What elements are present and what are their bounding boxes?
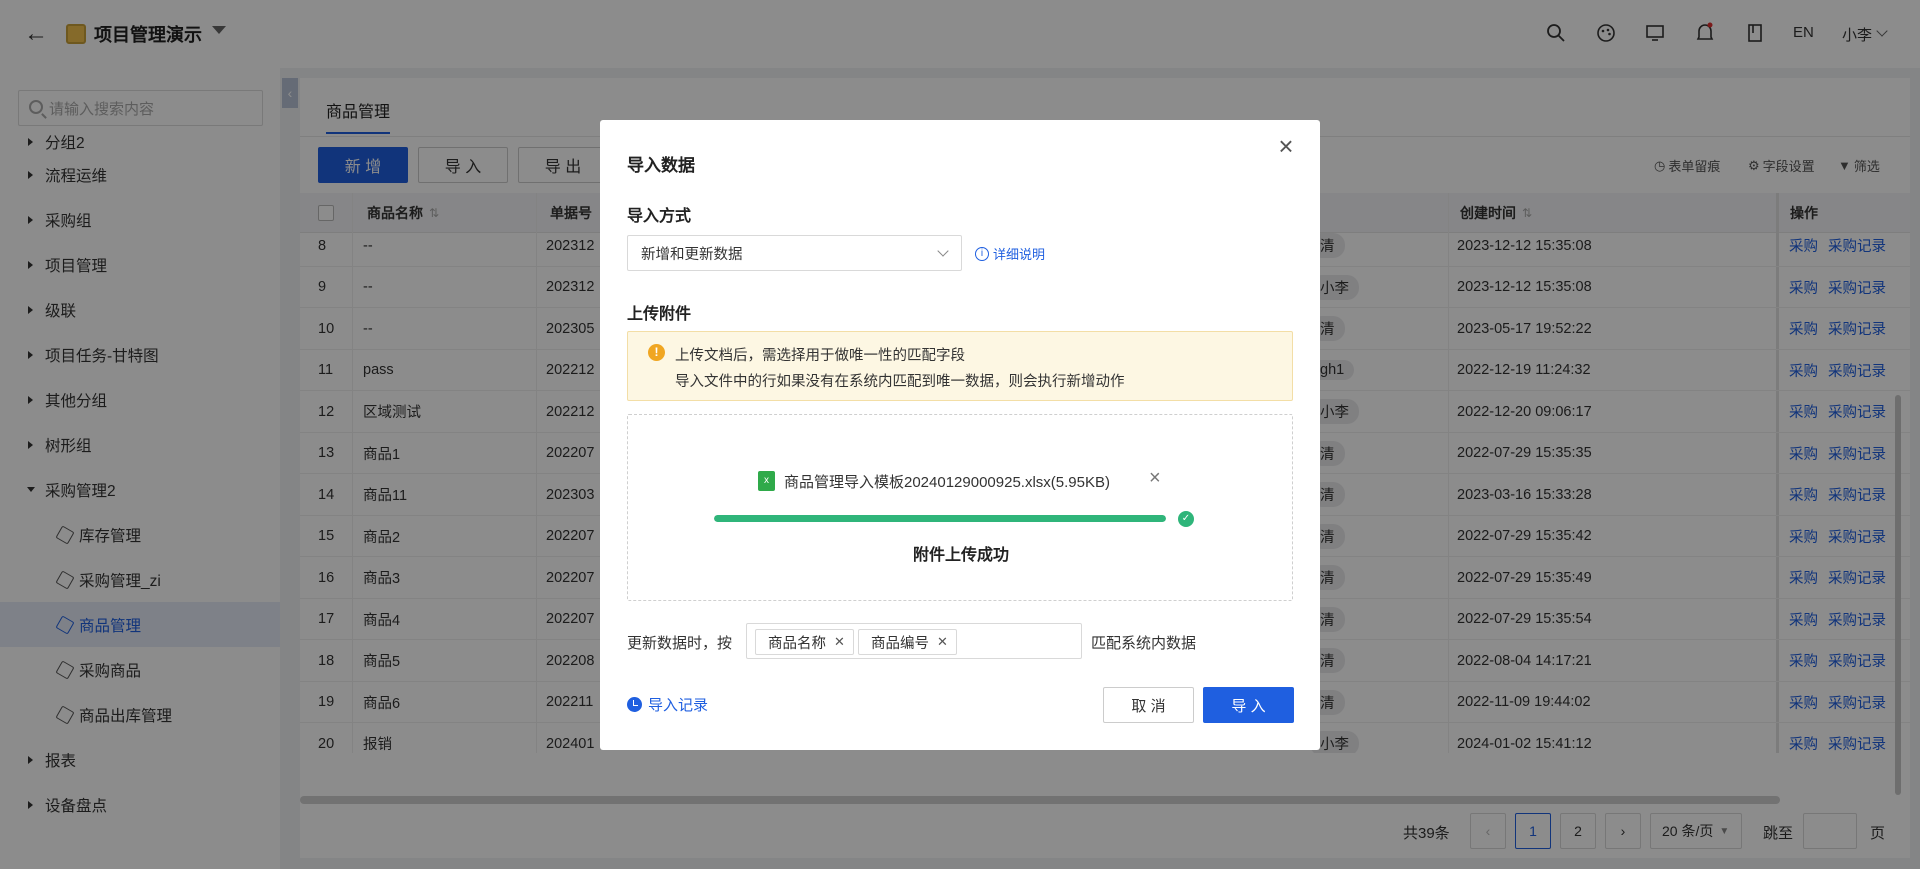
import-record-link[interactable]: 导入记录 [627, 694, 708, 715]
import-record-label: 导入记录 [648, 697, 709, 714]
chevron-down-icon [937, 245, 949, 257]
uploaded-file-name: 商品管理导入模板20240129000925.xlsx(5.95KB) [784, 474, 1110, 491]
help-label: 详细说明 [993, 247, 1046, 262]
tag-label: 商品名称 [768, 635, 826, 652]
tag-label: 商品编号 [871, 635, 929, 652]
progress-fill [714, 515, 1166, 522]
match-field-label: 更新数据时，按 [627, 635, 733, 652]
upload-progress-bar [714, 515, 1166, 522]
detail-help-link[interactable]: i 详细说明 [975, 244, 1045, 263]
warning-line-1: 上传文档后，需选择用于做唯一性的匹配字段 [675, 348, 965, 364]
upload-dropzone[interactable]: x 商品管理导入模板20240129000925.xlsx(5.95KB) × … [627, 414, 1293, 601]
import-button[interactable]: 导 入 [1203, 687, 1294, 723]
match-tag-product-name: 商品名称 ✕ [755, 629, 854, 655]
warning-line-2: 导入文件中的行如果没有在系统内匹配到唯一数据，则会执行新增动作 [675, 374, 1125, 390]
remove-tag-icon[interactable]: ✕ [937, 634, 948, 650]
import-mode-select[interactable]: 新增和更新数据 [627, 235, 962, 271]
dialog-title: 导入数据 [627, 156, 695, 175]
import-mode-label: 导入方式 [627, 208, 692, 225]
import-mode-value: 新增和更新数据 [641, 246, 743, 263]
remove-file-icon[interactable]: × [1149, 467, 1161, 490]
match-fields-select[interactable]: 商品名称 ✕ 商品编号 ✕ [746, 623, 1082, 659]
upload-label: 上传附件 [627, 306, 692, 323]
warning-icon: ! [648, 344, 665, 361]
upload-success-text: 附件上传成功 [912, 547, 1009, 564]
match-tag-product-code: 商品编号 ✕ [858, 629, 957, 655]
match-field-suffix: 匹配系统内数据 [1091, 635, 1197, 652]
excel-file-icon: x [758, 471, 775, 491]
remove-tag-icon[interactable]: ✕ [834, 634, 845, 650]
check-icon: ✓ [1178, 511, 1194, 527]
info-icon: i [975, 246, 989, 261]
cancel-button[interactable]: 取 消 [1103, 687, 1194, 723]
import-data-dialog: 导入数据 × 导入方式 新增和更新数据 i 详细说明 上传附件 ! 上传文档后，需… [600, 120, 1320, 750]
warning-notice: ! 上传文档后，需选择用于做唯一性的匹配字段 导入文件中的行如果没有在系统内匹配… [627, 331, 1293, 401]
clock-icon [627, 697, 642, 712]
close-icon[interactable]: × [1274, 133, 1298, 159]
